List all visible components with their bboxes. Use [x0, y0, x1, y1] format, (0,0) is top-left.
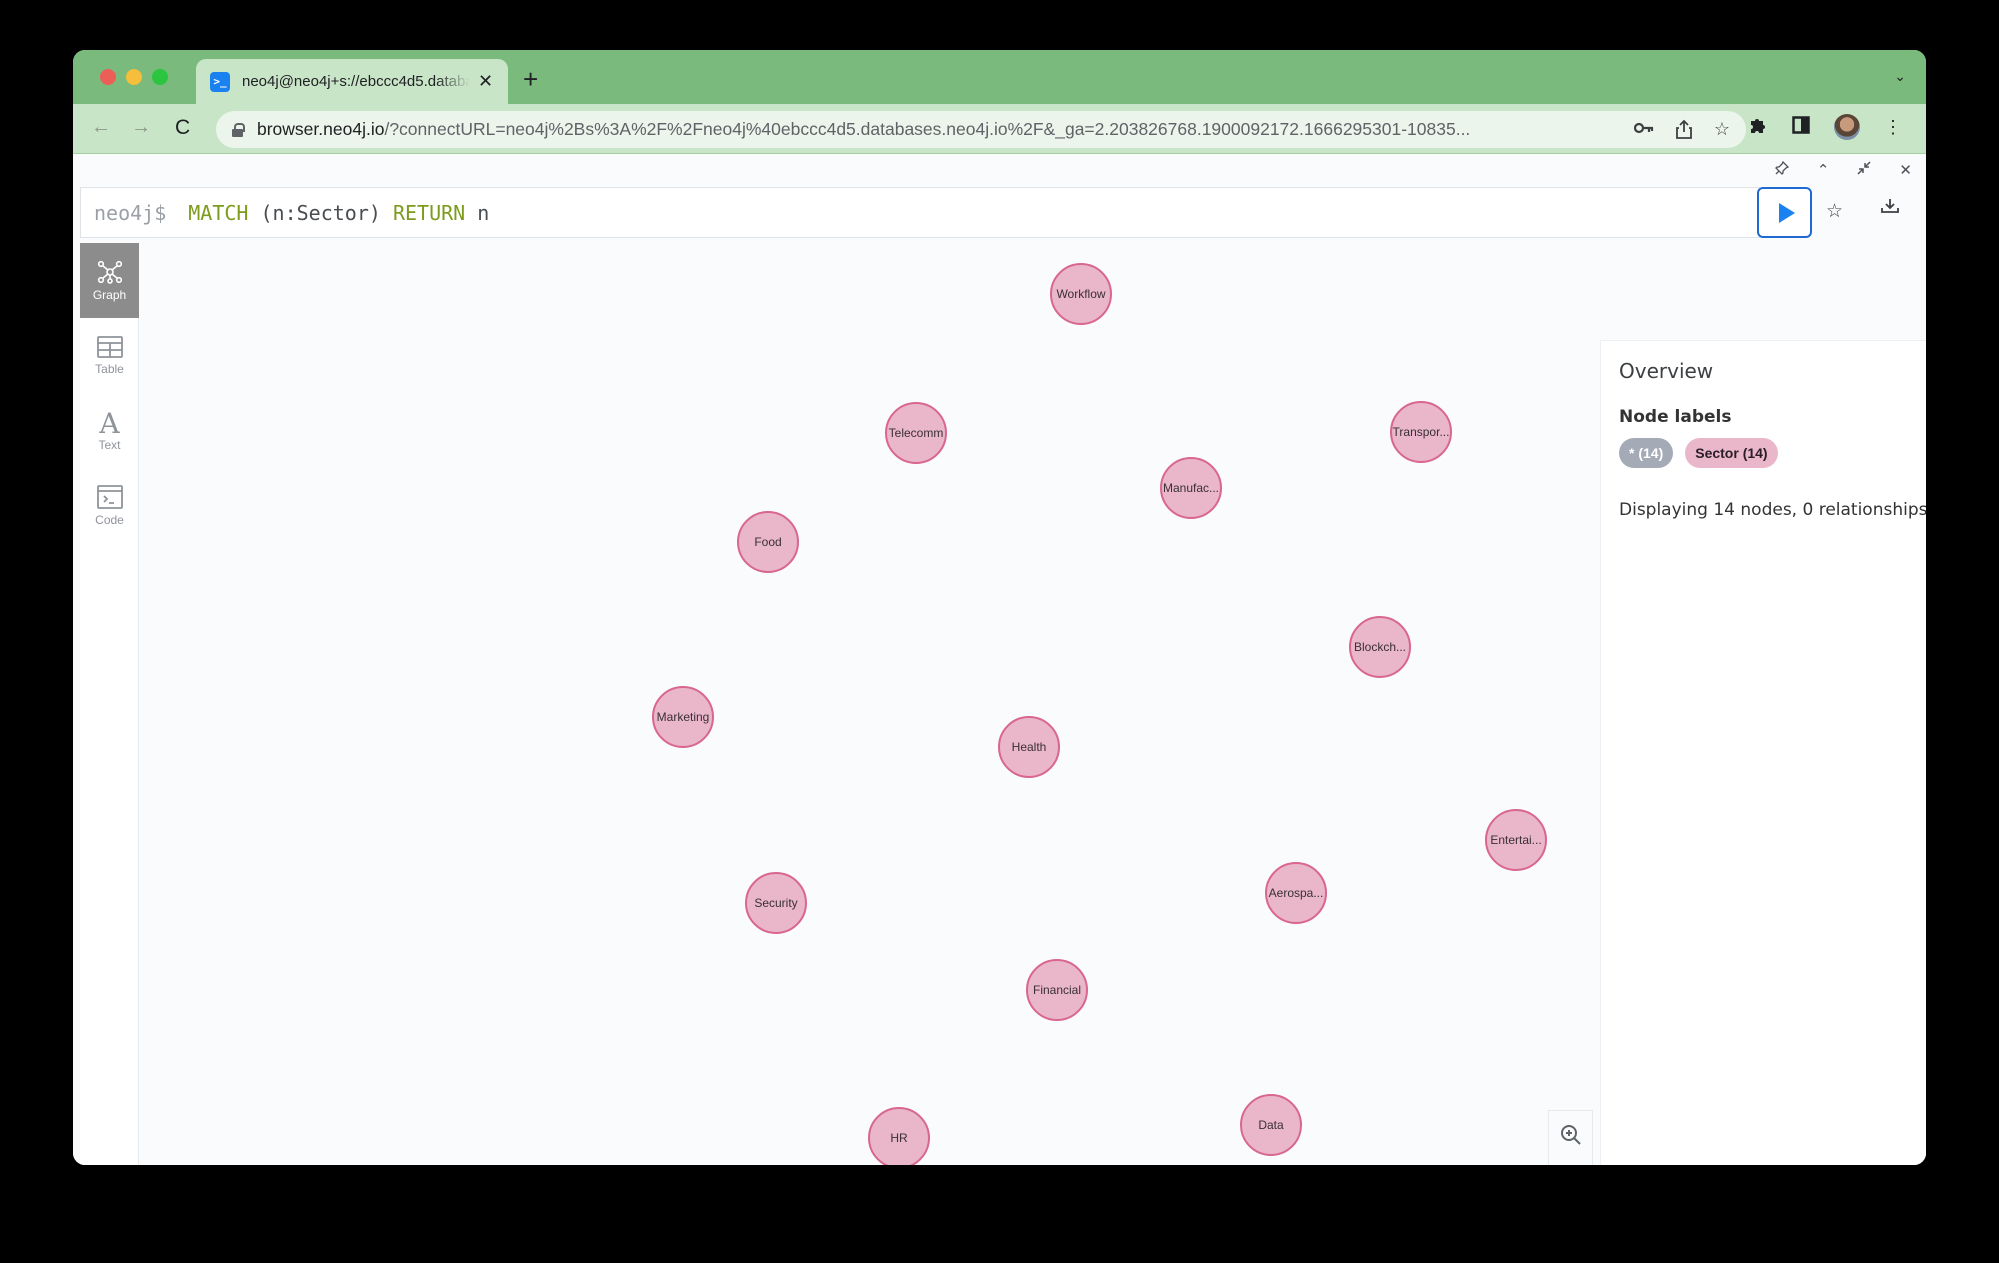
graph-node[interactable]: Blockch... [1349, 616, 1411, 678]
graph-node[interactable]: Manufac... [1160, 457, 1222, 519]
code-icon [96, 484, 123, 509]
extensions-puzzle-icon[interactable] [1748, 115, 1768, 140]
graph-node[interactable]: Aerospa... [1265, 862, 1327, 924]
close-window-button[interactable] [100, 69, 116, 85]
graph-canvas[interactable]: Workflow Telecomm Transpor... Manufac...… [140, 243, 1926, 1165]
editor-prompt: neo4j$ [94, 200, 167, 225]
tab-strip: >_ neo4j@neo4j+s://ebccc4d5.databases.ne… [73, 50, 1926, 104]
view-label: Table [95, 361, 124, 376]
reload-button[interactable]: C [175, 116, 190, 140]
overview-title: Overview [1619, 359, 1714, 383]
url-text[interactable]: browser.neo4j.io/?connectURL=neo4j%2Bs%3… [257, 119, 1607, 140]
side-panel-icon[interactable] [1792, 115, 1810, 139]
favorite-star-icon[interactable]: ☆ [1826, 200, 1843, 223]
graph-node[interactable]: Workflow [1050, 263, 1112, 325]
bookmark-star-icon[interactable]: ☆ [1714, 119, 1730, 144]
view-label: Text [98, 437, 121, 452]
play-icon [1778, 202, 1795, 223]
browser-toolbar: ← → C browser.neo4j.io/?connectURL=neo4j… [73, 104, 1926, 154]
label-pill-all[interactable]: * (14) [1619, 438, 1674, 468]
new-tab-button[interactable]: + [523, 64, 538, 95]
graph-node[interactable]: HR [868, 1107, 930, 1165]
fullscreen-frame-icon[interactable] [1857, 161, 1871, 179]
result-view-sidebar: Graph Table A Text Code [80, 243, 139, 1165]
label-pill-sector[interactable]: Sector (14) [1685, 438, 1778, 468]
view-label: Graph [92, 287, 127, 302]
neo4j-browser-frame: ⌃ ✕ neo4j$ MATCH (n:Sector) RETURN n ☆ G… [73, 155, 1926, 1165]
pin-frame-icon[interactable] [1774, 160, 1789, 179]
forward-button[interactable]: → [131, 116, 151, 139]
run-query-button[interactable] [1757, 187, 1812, 238]
graph-node[interactable]: Financial [1026, 959, 1088, 1021]
graph-node[interactable]: Data [1240, 1094, 1302, 1156]
zoom-controls [1548, 1110, 1593, 1165]
graph-node[interactable]: Transpor... [1390, 401, 1452, 463]
view-label: Code [95, 512, 124, 527]
address-bar[interactable]: browser.neo4j.io/?connectURL=neo4j%2Bs%3… [216, 111, 1746, 148]
graph-node[interactable]: Health [998, 716, 1060, 778]
neo4j-terminal-icon: >_ [210, 71, 230, 92]
lock-icon[interactable] [232, 123, 245, 137]
query-keyword-match: MATCH [188, 200, 249, 225]
query-pattern: (n:Sector) [248, 200, 393, 225]
download-icon[interactable] [1881, 198, 1899, 219]
password-key-icon[interactable] [1633, 119, 1654, 144]
close-frame-icon[interactable]: ✕ [1899, 161, 1912, 179]
table-icon [96, 335, 123, 358]
profile-avatar[interactable] [1834, 114, 1860, 140]
tab-title: neo4j@neo4j+s://ebccc4d5.databases.neo4j… [242, 73, 470, 90]
view-tab-graph[interactable]: Graph [80, 243, 139, 318]
minimize-window-button[interactable] [126, 69, 142, 85]
browser-window: >_ neo4j@neo4j+s://ebccc4d5.databases.ne… [73, 50, 1926, 1165]
overview-panel: Overview › Node labels * (14) Sector (14… [1600, 340, 1926, 1165]
zoom-out-icon[interactable] [1560, 1164, 1582, 1165]
browser-menu-icon[interactable]: ⋮ [1884, 117, 1902, 138]
results-summary: Displaying 14 nodes, 0 relationships. [1619, 500, 1926, 520]
graph-node[interactable]: Security [745, 872, 807, 934]
view-tab-code[interactable]: Code [80, 468, 139, 543]
node-labels-heading: Node labels [1619, 407, 1732, 427]
graph-node[interactable]: Entertai... [1485, 809, 1547, 871]
maximize-window-button[interactable] [152, 69, 168, 85]
cypher-query-editor[interactable]: neo4j$ MATCH (n:Sector) RETURN n [80, 187, 1760, 238]
view-tab-table[interactable]: Table [80, 318, 139, 393]
view-tab-text[interactable]: A Text [80, 393, 139, 468]
query-keyword-return: RETURN [392, 200, 466, 225]
query-return-var: n [465, 200, 490, 225]
close-tab-icon[interactable]: ✕ [478, 71, 493, 92]
graph-icon [97, 260, 122, 284]
collapse-frame-icon[interactable]: ⌃ [1817, 161, 1830, 179]
browser-tab-active[interactable]: >_ neo4j@neo4j+s://ebccc4d5.databases.ne… [196, 59, 508, 104]
share-icon[interactable] [1675, 119, 1692, 144]
graph-node[interactable]: Marketing [652, 686, 714, 748]
tab-search-chevron-icon[interactable]: ⌄ [1894, 68, 1906, 85]
zoom-in-icon[interactable] [1560, 1124, 1582, 1151]
graph-node[interactable]: Food [737, 511, 799, 573]
graph-node[interactable]: Telecomm [885, 402, 947, 464]
text-icon: A [99, 406, 120, 440]
back-button[interactable]: ← [91, 116, 111, 139]
